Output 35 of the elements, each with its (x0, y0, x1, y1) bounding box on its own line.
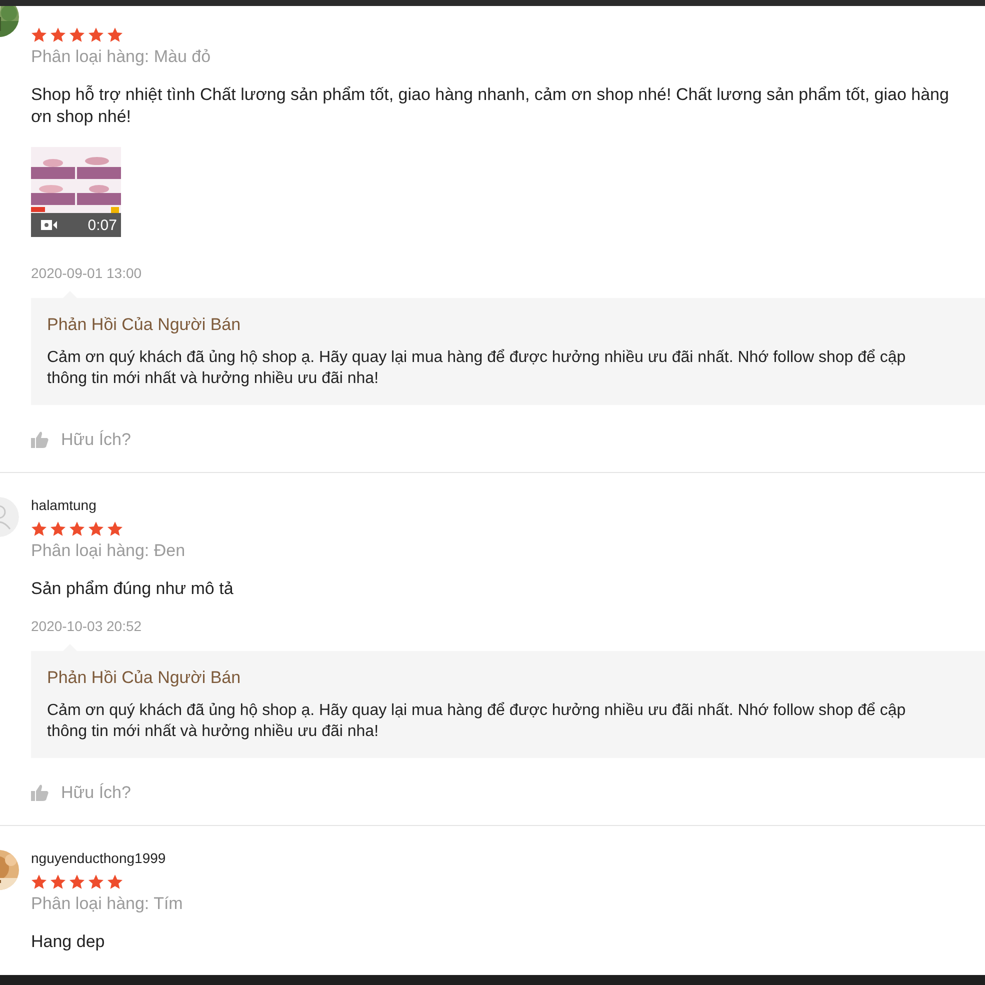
video-camera-icon (41, 219, 57, 231)
star-icon (107, 27, 123, 43)
review-comment: Hang dep (31, 931, 106, 953)
star-icon (69, 521, 85, 537)
star-icon (50, 27, 66, 43)
star-icon (31, 521, 47, 537)
reply-text: Cảm ơn quý khách đã ủng hộ shop ạ. Hãy quay lại mua hàng để được hưởng nhiều ưu đãi nhất. Nhớ follow shop để cập thông tin mới nhất và hưởng nhiều ưu đãi nha! (47, 348, 907, 389)
variation-label: Phân loại hàng: Đen (31, 540, 186, 562)
star-icon (69, 874, 85, 890)
star-icon (31, 27, 47, 43)
star-icon (107, 874, 123, 890)
thumbs-up-icon (31, 784, 49, 802)
username: halamtung (31, 497, 98, 514)
star-icon (107, 521, 123, 537)
star-icon (88, 521, 104, 537)
variation-label: Phân loại hàng: Tím (31, 893, 184, 915)
star-icon (88, 27, 104, 43)
reply-title: Phản Hồi Của Người Bán (47, 314, 242, 336)
review-time: 2020-10-03 20:52 (31, 618, 143, 635)
star-icon (50, 874, 66, 890)
star-icon (88, 874, 104, 890)
username: nguyenducthong1999 (31, 850, 167, 867)
star-icon (31, 874, 47, 890)
star-icon (69, 27, 85, 43)
thumbs-up-icon (31, 431, 49, 449)
review-comment: Sản phẩm đúng như mô tả (31, 578, 234, 600)
video-duration: 0:07 (88, 216, 117, 234)
variation-label: Phân loại hàng: Màu đỏ (31, 46, 212, 68)
reply-text: Cảm ơn quý khách đã ủng hộ shop ạ. Hãy quay lại mua hàng để được hưởng nhiều ưu đãi nhất. Nhớ follow shop để cập thông tin mới nhất và hưởng nhiều ưu đãi nha! (47, 701, 907, 742)
review-time: 2020-09-01 13:00 (31, 265, 143, 282)
review-comment: Shop hỗ trợ nhiệt tình Chất lương sản phẩm tốt, giao hàng nhanh, cảm ơn shop nhé! Chất lương sản phẩm tốt, giao hàng ơn shop nhé! (31, 84, 950, 128)
helpful-button[interactable]: Hữu Ích? (31, 430, 131, 450)
reply-title: Phản Hồi Của Người Bán (47, 667, 242, 689)
helpful-button[interactable]: Hữu Ích? (31, 783, 131, 803)
star-icon (50, 521, 66, 537)
